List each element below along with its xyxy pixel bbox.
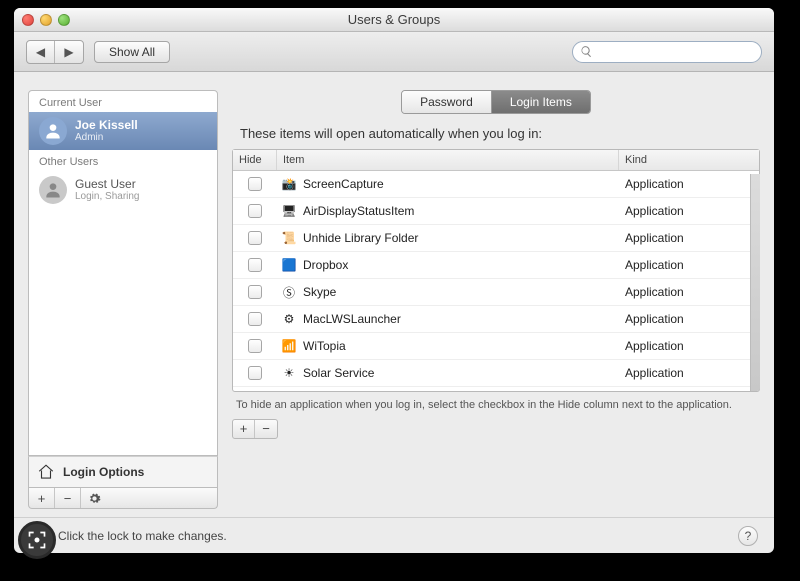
item-kind: Application	[619, 366, 759, 380]
toolbar: ◀ ▶ Show All	[14, 32, 774, 72]
item-name: Solar Service	[303, 366, 374, 380]
user-role: Login, Sharing	[75, 191, 140, 202]
login-items-table: Hide Item Kind 📸 ScreenCapture Application…	[232, 149, 760, 392]
hide-checkbox[interactable]	[248, 312, 262, 326]
show-all-button[interactable]: Show All	[94, 41, 170, 63]
item-kind: Application	[619, 312, 759, 326]
app-icon: 🟦	[281, 257, 297, 273]
table-row[interactable]: ⚙ MacLWSLauncher Application	[233, 306, 759, 333]
scrollbar[interactable]	[750, 174, 760, 391]
table-row[interactable]: 📜 Unhide Library Folder Application	[233, 225, 759, 252]
hide-checkbox[interactable]	[248, 204, 262, 218]
hide-checkbox[interactable]	[248, 285, 262, 299]
item-kind: Application	[619, 177, 759, 191]
forward-button[interactable]: ▶	[55, 41, 83, 63]
hide-checkbox[interactable]	[248, 177, 262, 191]
user-name: Joe Kissell	[75, 119, 138, 132]
app-icon: ☀	[281, 365, 297, 381]
sidebar-controls: + −	[28, 488, 218, 509]
app-icon: 🖥	[281, 203, 297, 219]
avatar	[39, 117, 67, 145]
item-kind: Application	[619, 258, 759, 272]
table-controls: + −	[232, 419, 278, 439]
house-icon	[37, 463, 55, 481]
col-kind[interactable]: Kind	[619, 150, 759, 170]
help-button[interactable]: ?	[738, 526, 758, 546]
avatar	[39, 176, 67, 204]
table-row[interactable]: 🟦 Dropbox Application	[233, 252, 759, 279]
app-icon: 📸	[281, 176, 297, 192]
col-item[interactable]: Item	[277, 150, 619, 170]
window-title: Users & Groups	[14, 12, 774, 27]
sidebar-user-current[interactable]: Joe Kissell Admin	[29, 112, 217, 150]
item-kind: Application	[619, 204, 759, 218]
user-name: Guest User	[75, 178, 140, 191]
tabs: Password Login Items	[232, 90, 760, 114]
table-header: Hide Item Kind	[233, 150, 759, 171]
window-controls	[22, 14, 70, 26]
table-row[interactable]: ☀ Solar Service Application	[233, 360, 759, 387]
preferences-window: Users & Groups ◀ ▶ Show All Current User…	[14, 8, 774, 553]
app-icon: ⚙	[281, 311, 297, 327]
item-name: MacLWSLauncher	[303, 312, 401, 326]
login-options-label: Login Options	[63, 465, 144, 479]
item-kind: Application	[619, 231, 759, 245]
tab-password[interactable]: Password	[402, 91, 492, 113]
add-item-button[interactable]: +	[233, 420, 255, 438]
table-row[interactable]: Ⓢ Skype Application	[233, 279, 759, 306]
hide-checkbox[interactable]	[248, 366, 262, 380]
tab-login-items[interactable]: Login Items	[492, 91, 590, 113]
hide-hint: To hide an application when you log in, …	[236, 398, 756, 413]
item-name: WiTopia	[303, 339, 346, 353]
close-button[interactable]	[22, 14, 34, 26]
item-name: AirDisplayStatusItem	[303, 204, 414, 218]
titlebar: Users & Groups	[14, 8, 774, 32]
main-panel: Password Login Items These items will op…	[232, 90, 760, 509]
hide-checkbox[interactable]	[248, 258, 262, 272]
body: Current User Joe Kissell Admin Other Use…	[14, 72, 774, 517]
other-users-header: Other Users	[29, 150, 217, 171]
login-items-description: These items will open automatically when…	[240, 126, 760, 141]
app-icon: Ⓢ	[281, 284, 297, 300]
sidebar: Current User Joe Kissell Admin Other Use…	[28, 90, 218, 509]
remove-user-button[interactable]: −	[55, 488, 81, 508]
footer: Click the lock to make changes. ?	[14, 517, 774, 553]
item-name: ScreenCapture	[303, 177, 384, 191]
user-list: Current User Joe Kissell Admin Other Use…	[28, 90, 218, 456]
item-name: Unhide Library Folder	[303, 231, 418, 245]
minimize-button[interactable]	[40, 14, 52, 26]
add-user-button[interactable]: +	[29, 488, 55, 508]
lock-text: Click the lock to make changes.	[58, 529, 227, 543]
lens-badge-icon[interactable]	[18, 521, 56, 559]
table-row[interactable]: 📸 ScreenCapture Application	[233, 171, 759, 198]
app-icon: 📜	[281, 230, 297, 246]
sidebar-user-guest[interactable]: Guest User Login, Sharing	[29, 171, 217, 209]
item-kind: Application	[619, 285, 759, 299]
back-button[interactable]: ◀	[27, 41, 55, 63]
table-row[interactable]: 🖥 AirDisplayStatusItem Application	[233, 198, 759, 225]
zoom-button[interactable]	[58, 14, 70, 26]
search-wrap	[572, 41, 762, 63]
item-name: Skype	[303, 285, 336, 299]
search-icon	[580, 45, 593, 58]
search-input[interactable]	[572, 41, 762, 63]
login-options-button[interactable]: Login Options	[28, 456, 218, 488]
item-name: Dropbox	[303, 258, 348, 272]
gear-icon	[88, 492, 101, 505]
col-hide[interactable]: Hide	[233, 150, 277, 170]
user-actions-button[interactable]	[81, 488, 107, 508]
user-role: Admin	[75, 132, 138, 143]
item-kind: Application	[619, 339, 759, 353]
remove-item-button[interactable]: −	[255, 420, 277, 438]
table-row[interactable]: ✇Air ConnectApplication	[233, 387, 759, 391]
current-user-header: Current User	[29, 91, 217, 112]
nav-segment: ◀ ▶	[26, 40, 84, 64]
hide-checkbox[interactable]	[248, 339, 262, 353]
app-icon: 📶	[281, 338, 297, 354]
table-row[interactable]: 📶 WiTopia Application	[233, 333, 759, 360]
hide-checkbox[interactable]	[248, 231, 262, 245]
